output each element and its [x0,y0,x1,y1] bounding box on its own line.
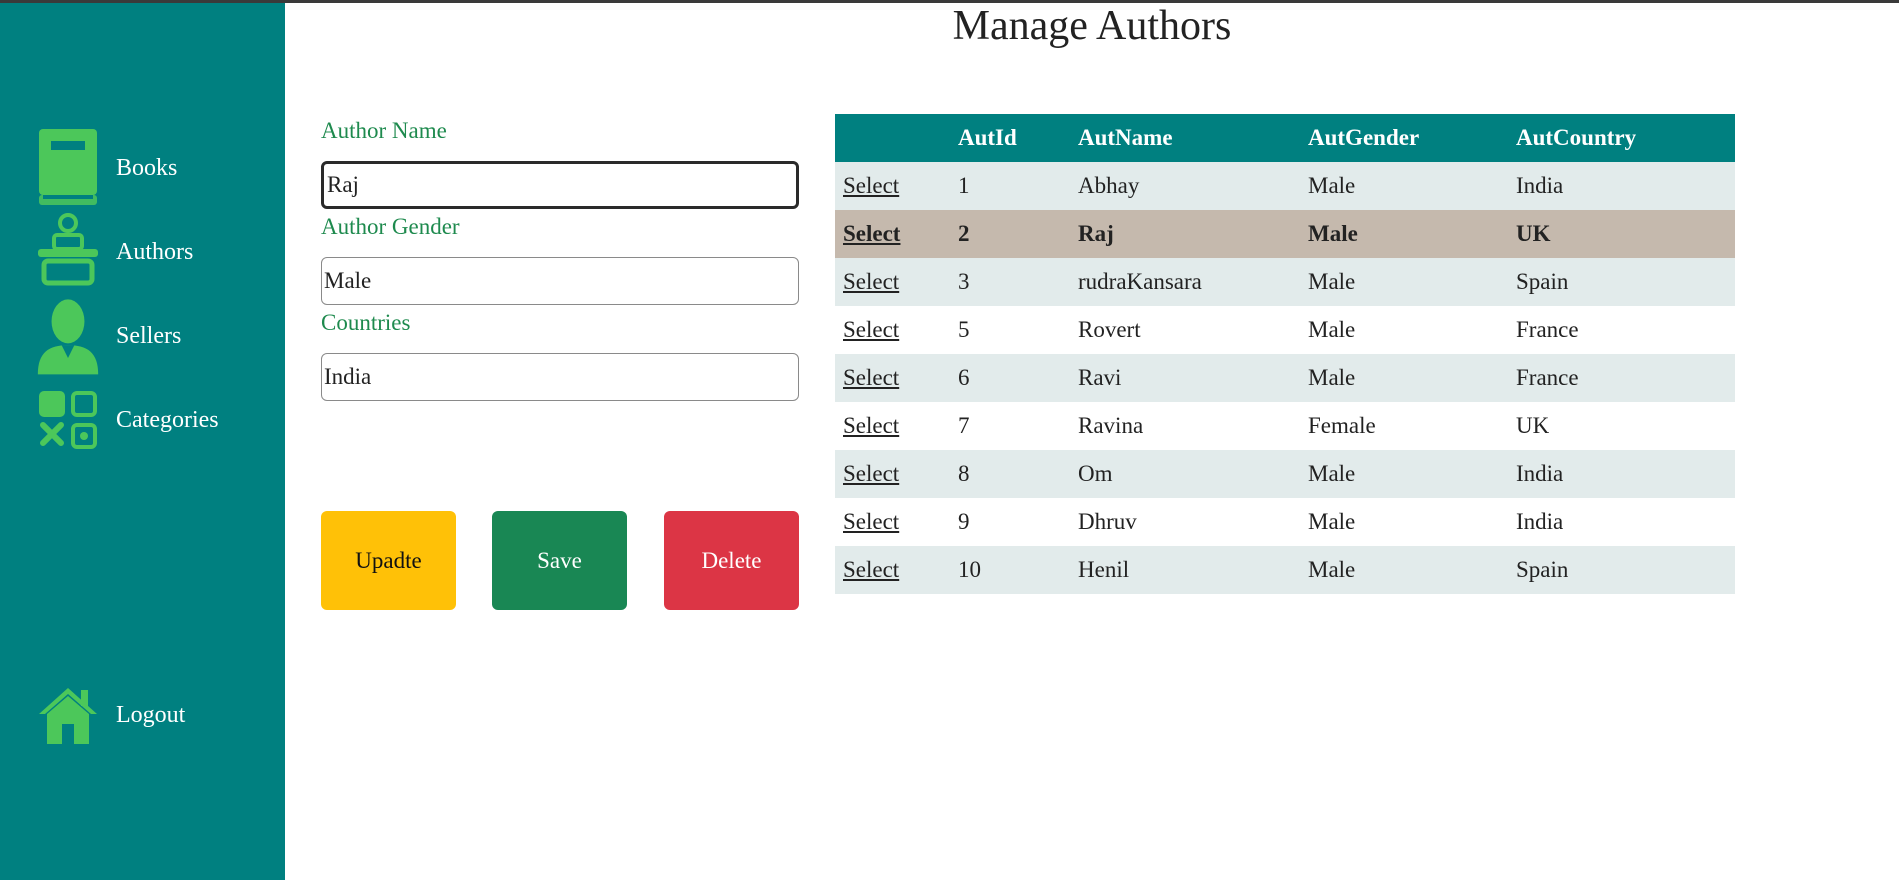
autcountry-cell: UK [1508,210,1735,258]
sidebar-item-label: Books [116,154,178,181]
table-row[interactable]: Select 1 Abhay Male India [835,162,1735,210]
select-cell: Select [835,546,950,594]
column-header-autid[interactable]: AutId [950,114,1070,162]
autcountry-cell: India [1508,162,1735,210]
select-cell: Select [835,450,950,498]
sidebar-item-books[interactable]: Books [36,129,276,207]
autname-cell: Ravina [1070,402,1300,450]
autname-cell: Abhay [1070,162,1300,210]
autid-cell: 10 [950,546,1070,594]
autid-cell: 2 [950,210,1070,258]
select-cell: Select [835,162,950,210]
select-link[interactable]: Select [843,317,899,342]
select-link[interactable]: Select [843,557,899,582]
table-row[interactable]: Select 5 Rovert Male France [835,306,1735,354]
authors-table: AutId AutName AutGender AutCountry Selec… [835,114,1735,594]
sidebar-item-label: Sellers [116,322,182,349]
autgender-cell: Male [1300,498,1508,546]
person-icon [36,297,100,375]
select-cell: Select [835,498,950,546]
column-header-autcountry[interactable]: AutCountry [1508,114,1735,162]
autname-cell: Raj [1070,210,1300,258]
select-link[interactable]: Select [843,269,899,294]
select-cell: Select [835,210,950,258]
table-body: Select 1 Abhay Male India Select 2 Raj Male UK Sel… [835,162,1735,594]
sidebar-item-sellers[interactable]: Sellers [36,297,276,375]
autcountry-cell: India [1508,498,1735,546]
sidebar-item-categories[interactable]: Categories [36,381,276,459]
table-row[interactable]: Select 7 Ravina Female UK [835,402,1735,450]
autgender-cell: Male [1300,306,1508,354]
column-header-select [835,114,950,162]
column-header-autgender[interactable]: AutGender [1300,114,1508,162]
select-cell: Select [835,354,950,402]
select-cell: Select [835,258,950,306]
autgender-cell: Male [1300,546,1508,594]
autgender-cell: Male [1300,258,1508,306]
select-cell: Select [835,402,950,450]
sidebar-item-label: Categories [116,406,219,433]
countries-input[interactable] [321,353,799,401]
autname-cell: Dhruv [1070,498,1300,546]
autgender-cell: Male [1300,450,1508,498]
autid-cell: 1 [950,162,1070,210]
author-gender-label: Author Gender [321,214,460,239]
book-icon [36,129,100,207]
autname-cell: Henil [1070,546,1300,594]
sidebar-item-authors[interactable]: Authors [36,213,276,291]
autcountry-cell: France [1508,354,1735,402]
table-row[interactable]: Select 9 Dhruv Male India [835,498,1735,546]
author-icon [36,213,100,291]
page-title: Manage Authors [952,3,1232,49]
table-header-row: AutId AutName AutGender AutCountry [835,114,1735,162]
table-row[interactable]: Select 6 Ravi Male France [835,354,1735,402]
autid-cell: 3 [950,258,1070,306]
autid-cell: 6 [950,354,1070,402]
select-link[interactable]: Select [843,413,899,438]
select-link[interactable]: Select [843,365,899,390]
home-icon [36,676,100,754]
autgender-cell: Male [1300,354,1508,402]
autid-cell: 5 [950,306,1070,354]
autid-cell: 7 [950,402,1070,450]
autcountry-cell: Spain [1508,258,1735,306]
autcountry-cell: France [1508,306,1735,354]
sidebar-item-label: Logout [116,701,186,728]
update-button[interactable]: Upadte [321,511,456,610]
autname-cell: rudraKansara [1070,258,1300,306]
select-cell: Select [835,306,950,354]
autid-cell: 8 [950,450,1070,498]
table-row[interactable]: Select 3 rudraKansara Male Spain [835,258,1735,306]
sidebar-item-label: Authors [116,238,194,265]
select-link[interactable]: Select [843,509,899,534]
autname-cell: Rovert [1070,306,1300,354]
autgender-cell: Female [1300,402,1508,450]
select-link[interactable]: Select [843,173,899,198]
autname-cell: Om [1070,450,1300,498]
autcountry-cell: UK [1508,402,1735,450]
autgender-cell: Male [1300,162,1508,210]
table-row-selected[interactable]: Select 2 Raj Male UK [835,210,1735,258]
select-link[interactable]: Select [843,461,899,486]
delete-button[interactable]: Delete [664,511,799,610]
autgender-cell: Male [1300,210,1508,258]
sidebar-item-logout[interactable]: Logout [36,676,276,754]
save-button[interactable]: Save [492,511,627,610]
author-name-label: Author Name [321,118,447,143]
autid-cell: 9 [950,498,1070,546]
select-link[interactable]: Select [843,221,900,246]
autcountry-cell: Spain [1508,546,1735,594]
author-name-input[interactable] [321,161,799,209]
sidebar: Books Authors Sellers Categories Logout [0,3,285,880]
column-header-autname[interactable]: AutName [1070,114,1300,162]
table-row[interactable]: Select 8 Om Male India [835,450,1735,498]
author-gender-input[interactable] [321,257,799,305]
autname-cell: Ravi [1070,354,1300,402]
countries-label: Countries [321,310,411,335]
categories-icon [36,381,100,459]
autcountry-cell: India [1508,450,1735,498]
table-row[interactable]: Select 10 Henil Male Spain [835,546,1735,594]
